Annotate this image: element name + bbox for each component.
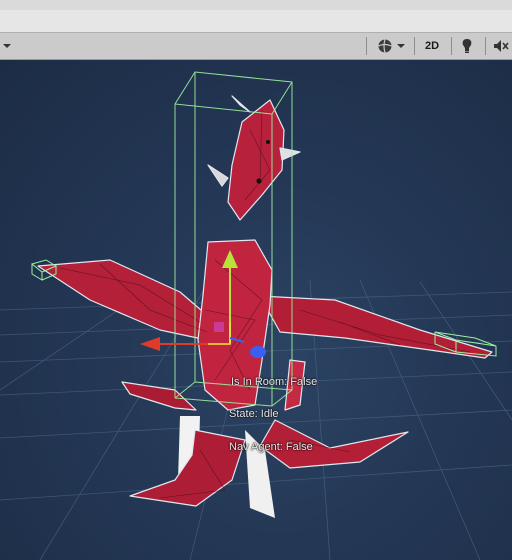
mute-speaker-icon <box>494 40 509 52</box>
scene-canvas <box>0 71 512 560</box>
chevron-down-icon <box>396 44 405 48</box>
toolbar-separator <box>451 37 452 55</box>
scene-toolbar: 2D <box>0 33 512 60</box>
toolbar-separator <box>485 37 486 55</box>
in-room-label: Is In Room: False <box>231 376 318 388</box>
nav-agent-label: Nav Agent: False <box>229 441 313 453</box>
toolbar-separator <box>366 37 367 55</box>
audio-toggle-button[interactable] <box>490 36 512 56</box>
scene-viewport[interactable]: Is In Room: False State: Idle Nav Agent:… <box>0 60 512 560</box>
2d-toggle-button[interactable]: 2D <box>418 36 446 56</box>
globe-icon <box>377 39 392 53</box>
state-label: State: Idle <box>229 408 279 420</box>
toolbar-separator <box>414 37 415 55</box>
bulb-icon <box>462 39 472 53</box>
chevron-down-icon <box>3 44 11 48</box>
left-dropdown-button[interactable] <box>0 36 14 56</box>
gizmo-shading-button[interactable] <box>372 36 410 56</box>
scene-tab-bar <box>0 10 512 33</box>
lighting-toggle-button[interactable] <box>455 36 479 56</box>
